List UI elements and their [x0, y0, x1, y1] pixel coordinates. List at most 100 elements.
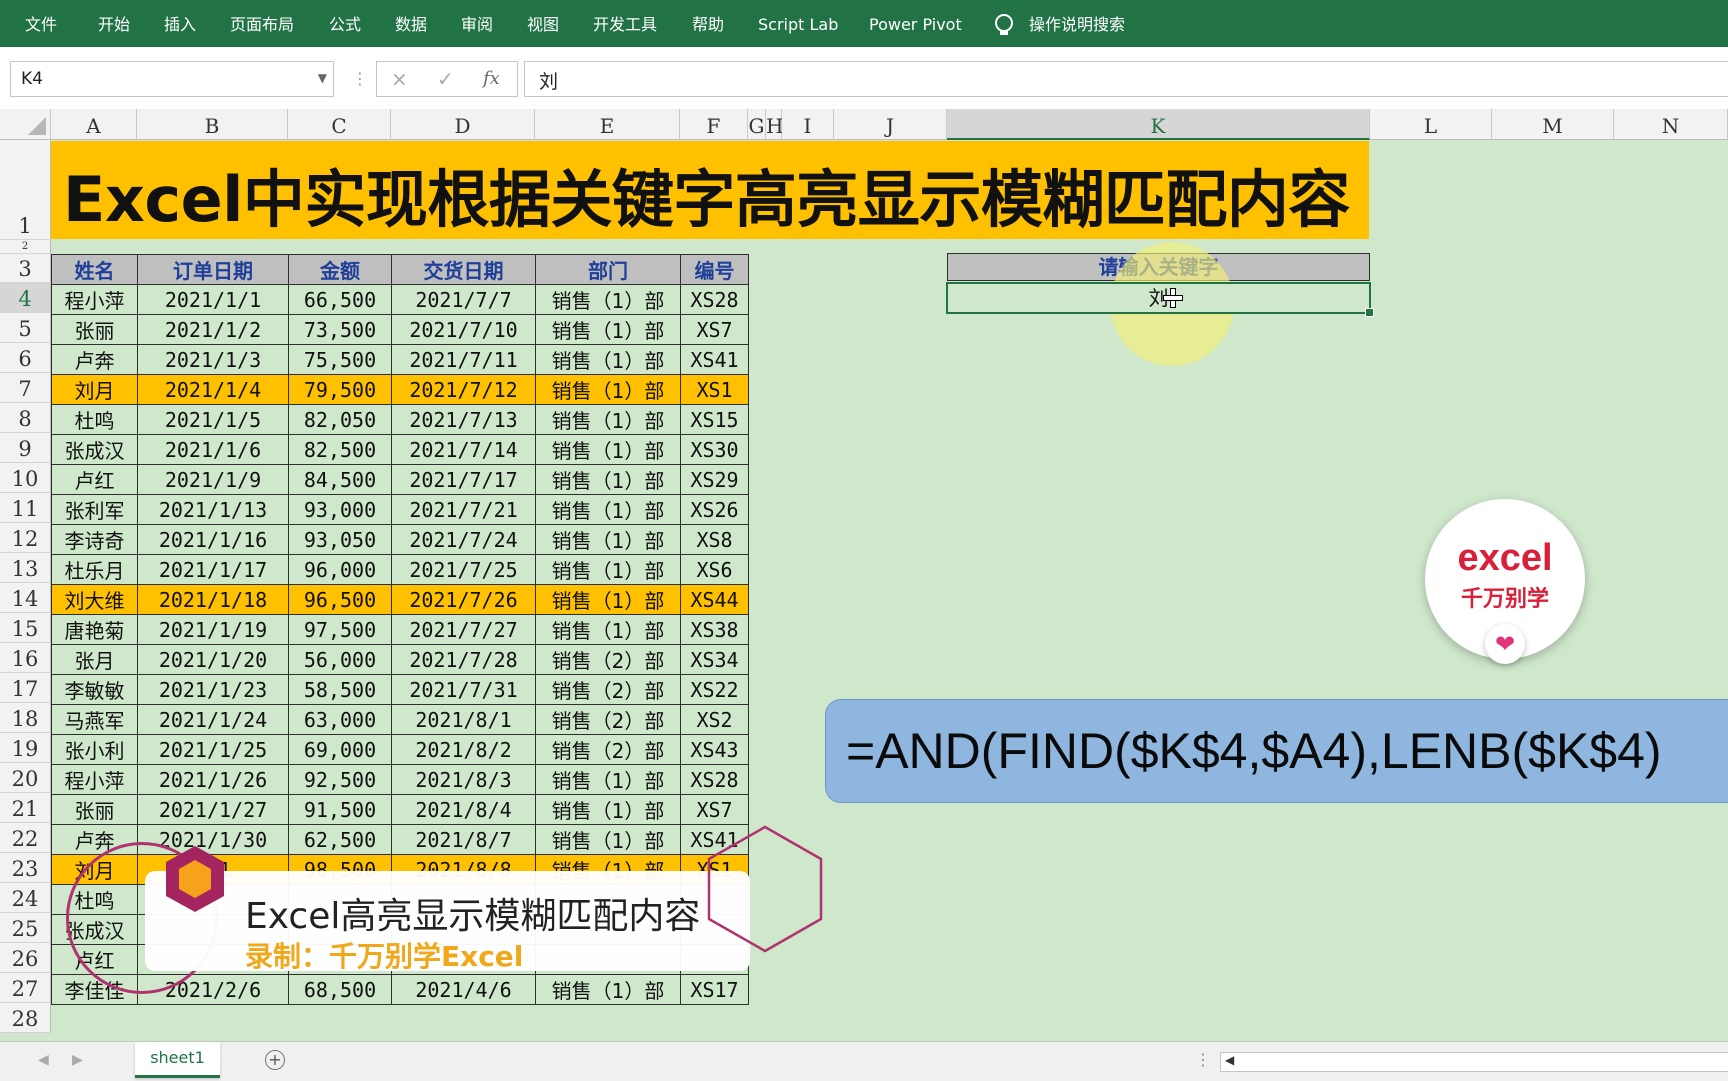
- table-cell[interactable]: XS17: [680, 974, 749, 1005]
- lightbulb-icon[interactable]: [995, 14, 1013, 35]
- row-header-15[interactable]: 15: [0, 613, 51, 643]
- table-cell[interactable]: 2021/8/7: [391, 824, 536, 855]
- table-cell[interactable]: 2021/1/20: [137, 644, 289, 675]
- table-cell[interactable]: XS43: [680, 734, 749, 765]
- table-cell[interactable]: 张利军: [51, 494, 138, 525]
- tab-file[interactable]: 文件: [25, 14, 57, 36]
- column-header-j[interactable]: J: [834, 109, 947, 140]
- table-cell[interactable]: 2021/4/6: [391, 974, 536, 1005]
- table-cell[interactable]: 销售（1）部: [535, 284, 681, 315]
- tab-data[interactable]: 数据: [395, 14, 427, 36]
- column-header-h[interactable]: H: [766, 109, 783, 140]
- table-cell[interactable]: 91,500: [288, 794, 392, 825]
- table-cell[interactable]: 销售（1）部: [535, 614, 681, 645]
- column-header-d[interactable]: D: [391, 109, 535, 140]
- row-header-11[interactable]: 11: [0, 493, 51, 523]
- fill-handle[interactable]: [1365, 308, 1374, 317]
- column-header-m[interactable]: M: [1492, 109, 1614, 140]
- row-header-12[interactable]: 12: [0, 523, 51, 553]
- table-cell[interactable]: 销售（2）部: [535, 734, 681, 765]
- table-header-cell[interactable]: 金额: [288, 254, 392, 285]
- row-header-14[interactable]: 14: [0, 583, 51, 613]
- table-cell[interactable]: 销售（1）部: [535, 824, 681, 855]
- row-header-10[interactable]: 10: [0, 463, 51, 493]
- column-header-a[interactable]: A: [51, 109, 137, 140]
- row-header-7[interactable]: 7: [0, 373, 51, 403]
- table-cell[interactable]: 82,500: [288, 434, 392, 465]
- tab-home[interactable]: 开始: [98, 14, 130, 36]
- column-header-b[interactable]: B: [137, 109, 288, 140]
- table-cell[interactable]: 2021/7/7: [391, 284, 536, 315]
- table-cell[interactable]: 杜乐月: [51, 554, 138, 585]
- table-cell[interactable]: 2021/1/16: [137, 524, 289, 555]
- row-header-6[interactable]: 6: [0, 343, 51, 373]
- tab-insert[interactable]: 插入: [164, 14, 196, 36]
- tab-developer[interactable]: 开发工具: [593, 14, 657, 36]
- table-cell[interactable]: 销售（1）部: [535, 974, 681, 1005]
- table-cell[interactable]: 2021/1/25: [137, 734, 289, 765]
- table-cell[interactable]: 79,500: [288, 374, 392, 405]
- table-cell[interactable]: 李诗奇: [51, 524, 138, 555]
- row-header-13[interactable]: 13: [0, 553, 51, 583]
- formula-input[interactable]: 刘: [524, 61, 1728, 97]
- table-header-cell[interactable]: 交货日期: [391, 254, 536, 285]
- row-header-26[interactable]: 26: [0, 943, 51, 973]
- table-cell[interactable]: 56,000: [288, 644, 392, 675]
- table-cell[interactable]: 卢红: [51, 464, 138, 495]
- keyword-input-cell[interactable]: 刘: [946, 282, 1374, 317]
- row-header-8[interactable]: 8: [0, 403, 51, 433]
- table-cell[interactable]: 2021/1/9: [137, 464, 289, 495]
- table-cell[interactable]: 93,050: [288, 524, 392, 555]
- table-cell[interactable]: 69,000: [288, 734, 392, 765]
- row-header-3[interactable]: 3: [0, 254, 51, 283]
- table-cell[interactable]: 程小萍: [51, 764, 138, 795]
- row-header-19[interactable]: 19: [0, 733, 51, 763]
- table-cell[interactable]: 2021/8/1: [391, 704, 536, 735]
- tab-splitter-icon[interactable]: ⋮: [1195, 1050, 1211, 1069]
- table-cell[interactable]: XS1: [680, 374, 749, 405]
- table-cell[interactable]: XS28: [680, 284, 749, 315]
- table-cell[interactable]: 82,050: [288, 404, 392, 435]
- table-cell[interactable]: 2021/1/26: [137, 764, 289, 795]
- table-cell[interactable]: 96,000: [288, 554, 392, 585]
- table-cell[interactable]: 2021/7/24: [391, 524, 536, 555]
- table-cell[interactable]: 2021/7/12: [391, 374, 536, 405]
- table-cell[interactable]: XS15: [680, 404, 749, 435]
- table-cell[interactable]: 张成汉: [51, 434, 138, 465]
- table-cell[interactable]: 销售（1）部: [535, 374, 681, 405]
- scroll-left-arrow-icon[interactable]: ◀: [1225, 1053, 1234, 1067]
- row-header-17[interactable]: 17: [0, 673, 51, 703]
- splitter-icon[interactable]: ⋮: [352, 69, 368, 88]
- table-cell[interactable]: 2021/7/17: [391, 464, 536, 495]
- table-cell[interactable]: 2021/7/28: [391, 644, 536, 675]
- row-header-28[interactable]: 28: [0, 1003, 51, 1033]
- table-cell[interactable]: 2021/1/24: [137, 704, 289, 735]
- table-cell[interactable]: 刘月: [51, 374, 138, 405]
- row-header-27[interactable]: 27: [0, 973, 51, 1003]
- column-header-i[interactable]: I: [782, 109, 834, 140]
- table-cell[interactable]: 2021/1/27: [137, 794, 289, 825]
- table-header-cell[interactable]: 姓名: [51, 254, 138, 285]
- table-cell[interactable]: 马燕军: [51, 704, 138, 735]
- check-icon[interactable]: ✓: [437, 67, 454, 91]
- scroll-right-icon[interactable]: ▶: [72, 1052, 83, 1068]
- row-header-4[interactable]: 4: [0, 283, 51, 313]
- table-cell[interactable]: 2021/1/19: [137, 614, 289, 645]
- table-cell[interactable]: 2021/7/27: [391, 614, 536, 645]
- table-cell[interactable]: 73,500: [288, 314, 392, 345]
- table-cell[interactable]: 销售（1）部: [535, 344, 681, 375]
- table-cell[interactable]: 销售（2）部: [535, 674, 681, 705]
- column-header-g[interactable]: G: [748, 109, 766, 140]
- table-cell[interactable]: 97,500: [288, 614, 392, 645]
- table-cell[interactable]: 张小利: [51, 734, 138, 765]
- sheet-tab-sheet1[interactable]: sheet1: [135, 1042, 220, 1078]
- table-cell[interactable]: 销售（1）部: [535, 524, 681, 555]
- table-cell[interactable]: 92,500: [288, 764, 392, 795]
- tab-help[interactable]: 帮助: [692, 14, 724, 36]
- table-cell[interactable]: 2021/7/31: [391, 674, 536, 705]
- tell-me-search[interactable]: 操作说明搜索: [1029, 14, 1125, 36]
- table-cell[interactable]: 96,500: [288, 584, 392, 615]
- table-cell[interactable]: 李敏敏: [51, 674, 138, 705]
- tab-view[interactable]: 视图: [527, 14, 559, 36]
- table-cell[interactable]: 杜鸣: [51, 404, 138, 435]
